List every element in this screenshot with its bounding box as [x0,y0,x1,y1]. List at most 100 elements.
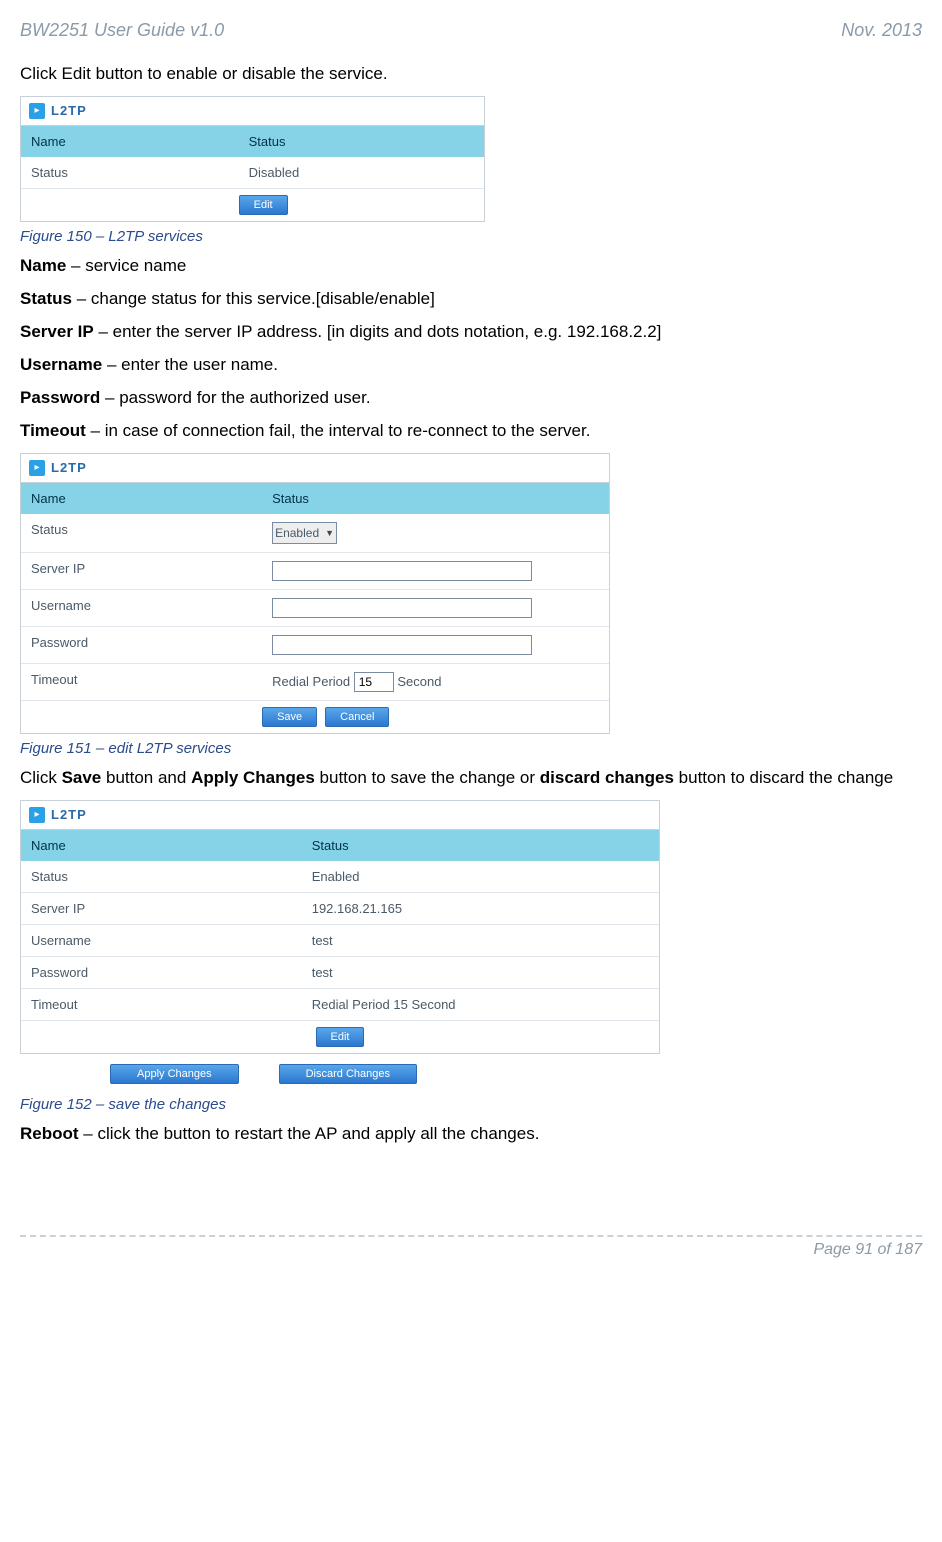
def-user: Username – enter the user name. [20,354,922,377]
fig151-footer: Save Cancel [21,701,609,734]
def-status-val: – change status for this service.[disabl… [72,289,435,308]
fig150-head-status: Status [239,126,484,157]
fig150-row-status-key: Status [21,157,239,188]
fig151-row-username-val [262,590,609,626]
def-name-key: Name [20,256,66,275]
fig150-head: Name Status [21,126,484,157]
def-server-val: – enter the server IP address. [in digit… [94,322,662,341]
save-instruction-b3: discard changes [540,768,674,787]
def-reboot: Reboot – click the button to restart the… [20,1123,922,1146]
fig151-head: Name Status [21,483,609,514]
fig150-head-name: Name [21,126,239,157]
def-server: Server IP – enter the server IP address.… [20,321,922,344]
fig152-footer: Edit [21,1021,659,1054]
footer-divider [20,1235,922,1237]
serverip-input[interactable] [272,561,532,581]
fig152-row-status-val: Enabled [302,861,659,892]
fig152-row-username-key: Username [21,925,302,956]
fig151-row-status-key: Status [21,514,262,552]
def-pass: Password – password for the authorized u… [20,387,922,410]
fig150-row-status-val: Disabled [239,157,484,188]
expand-icon: ▸ [29,460,45,476]
fig150-caption: Figure 150 – L2TP services [20,228,922,245]
fig150-footer: Edit [21,189,484,222]
def-server-key: Server IP [20,322,94,341]
def-time-val: – in case of connection fail, the interv… [86,421,591,440]
fig152-row-timeout-key: Timeout [21,989,302,1020]
fig151-row-username-key: Username [21,590,262,626]
save-instruction-b2: Apply Changes [191,768,315,787]
fig151-row-password-val [262,627,609,663]
status-select[interactable]: Enabled ▼ [272,522,337,544]
save-instruction-post: button to discard the change [674,768,893,787]
fig150-title-bar: ▸ L2TP [21,97,484,126]
def-reboot-key: Reboot [20,1124,79,1143]
fig151-row-serverip-val [262,553,609,589]
password-input[interactable] [272,635,532,655]
page-footer: Page 91 of 187 [20,1235,922,1259]
fig152-table: ▸ L2TP Name Status Status Enabled Server… [20,800,660,1054]
fig151-row-username: Username [21,590,609,627]
timeout-input[interactable] [354,672,394,692]
fig152-row-serverip-val: 192.168.21.165 [302,893,659,924]
fig150-title: L2TP [51,103,87,118]
def-user-val: – enter the user name. [102,355,278,374]
fig152-row-password-val: test [302,957,659,988]
fig151-row-timeout: Timeout Redial Period Second [21,664,609,701]
fig152-caption: Figure 152 – save the changes [20,1096,922,1113]
timeout-prefix: Redial Period [272,674,354,689]
fig151-table: ▸ L2TP Name Status Status Enabled ▼ Serv… [20,453,610,734]
def-user-key: Username [20,355,102,374]
doc-date: Nov. 2013 [841,20,922,41]
def-time: Timeout – in case of connection fail, th… [20,420,922,443]
save-instruction: Click Save button and Apply Changes butt… [20,767,922,790]
fig151-row-status-val: Enabled ▼ [262,514,609,552]
fig152-row-username: Username test [21,925,659,957]
fig151-row-timeout-val: Redial Period Second [262,664,609,700]
username-input[interactable] [272,598,532,618]
fig152-title-bar: ▸ L2TP [21,801,659,830]
fig151-row-password-key: Password [21,627,262,663]
fig152-title: L2TP [51,807,87,822]
save-instruction-pre: Click [20,768,62,787]
fig151-title: L2TP [51,460,87,475]
save-button[interactable]: Save [262,707,317,727]
fig152-row-username-val: test [302,925,659,956]
save-instruction-mid2: button to save the change or [315,768,540,787]
page-number: Page 91 of 187 [20,1241,922,1259]
fig152-row-serverip-key: Server IP [21,893,302,924]
intro-text: Click Edit button to enable or disable t… [20,63,922,86]
discard-changes-button[interactable]: Discard Changes [279,1064,417,1084]
def-pass-key: Password [20,388,100,407]
fig151-title-bar: ▸ L2TP [21,454,609,483]
expand-icon: ▸ [29,807,45,823]
fig152-change-bar: Apply Changes Discard Changes [20,1058,660,1090]
def-reboot-val: – click the button to restart the AP and… [79,1124,540,1143]
fig151-head-status: Status [262,483,609,514]
edit-button[interactable]: Edit [316,1027,365,1047]
def-name: Name – service name [20,255,922,278]
def-name-val: – service name [66,256,186,275]
fig150-row-status: Status Disabled [21,157,484,189]
fig151-caption: Figure 151 – edit L2TP services [20,740,922,757]
def-status-key: Status [20,289,72,308]
apply-changes-button[interactable]: Apply Changes [110,1064,239,1084]
def-time-key: Timeout [20,421,86,440]
chevron-down-icon: ▼ [325,528,334,538]
cancel-button[interactable]: Cancel [325,707,389,727]
timeout-suffix: Second [394,674,442,689]
def-pass-val: – password for the authorized user. [100,388,370,407]
save-instruction-mid1: button and [101,768,191,787]
page-header: BW2251 User Guide v1.0 Nov. 2013 [20,20,922,41]
fig152-head: Name Status [21,830,659,861]
fig152-head-name: Name [21,830,302,861]
save-instruction-b1: Save [62,768,102,787]
fig150-table: ▸ L2TP Name Status Status Disabled Edit [20,96,485,222]
doc-title: BW2251 User Guide v1.0 [20,20,224,41]
fig151-row-serverip-key: Server IP [21,553,262,589]
fig152-row-status: Status Enabled [21,861,659,893]
fig151-row-password: Password [21,627,609,664]
fig151-head-name: Name [21,483,262,514]
fig152-row-status-key: Status [21,861,302,892]
edit-button[interactable]: Edit [239,195,288,215]
